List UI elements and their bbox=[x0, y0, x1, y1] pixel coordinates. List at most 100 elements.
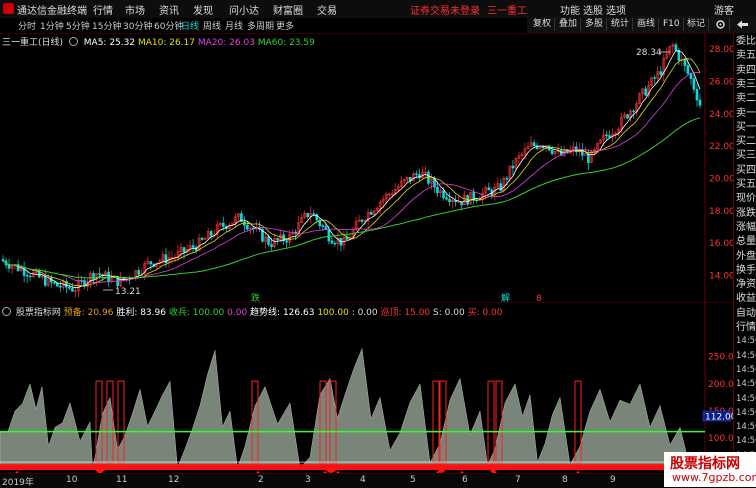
candle-body bbox=[505, 177, 509, 180]
indicator-s: S: 0.00 bbox=[433, 308, 465, 318]
quote-panel-item[interactable]: 买一 bbox=[736, 121, 756, 134]
quote-panel-item[interactable]: 净资 bbox=[736, 278, 756, 291]
menu-options[interactable]: 选项 bbox=[606, 2, 626, 17]
login-notice[interactable]: 证券交易未登录 bbox=[410, 2, 480, 17]
candle-body bbox=[71, 287, 74, 292]
price-axis-label: 20.00 bbox=[709, 175, 733, 185]
period-monthly[interactable]: 月线 bbox=[225, 19, 243, 32]
quote-panel-item[interactable]: 14:50 bbox=[736, 435, 756, 448]
menu-news[interactable]: 资讯 bbox=[159, 2, 179, 17]
period-5min[interactable]: 5分钟 bbox=[66, 19, 90, 32]
candle-body bbox=[369, 212, 373, 215]
indicator-axis-label: 100.0 bbox=[708, 434, 733, 444]
period-minute[interactable]: 分时 bbox=[18, 19, 36, 32]
period-daily[interactable]: 日线 bbox=[181, 19, 199, 32]
toolbar-overlay[interactable]: 叠加 bbox=[556, 18, 582, 31]
toolbar-adjust[interactable]: 复权 bbox=[530, 18, 556, 31]
menu-stock-pick[interactable]: 选股 bbox=[583, 2, 603, 17]
price-axis-label: 16.00 bbox=[709, 239, 733, 249]
toolbar-f10[interactable]: F10 bbox=[660, 18, 684, 31]
quote-panel-item[interactable]: 委比 bbox=[736, 35, 756, 48]
candle-body bbox=[270, 244, 273, 247]
candle-body bbox=[7, 264, 11, 269]
candle-body bbox=[445, 197, 448, 200]
menu-trade[interactable]: 交易 bbox=[317, 2, 337, 17]
period-30min[interactable]: 30分钟 bbox=[123, 19, 152, 32]
candle-body bbox=[191, 245, 195, 248]
period-15min[interactable]: 15分钟 bbox=[92, 19, 121, 32]
quote-panel-item[interactable]: 换手 bbox=[736, 264, 756, 277]
quote-panel-item[interactable]: 卖二 bbox=[736, 92, 756, 105]
period-1min[interactable]: 1分钟 bbox=[40, 19, 64, 32]
menu-function[interactable]: 功能 bbox=[560, 2, 580, 17]
quote-panel-item[interactable]: 买三 bbox=[736, 149, 756, 162]
candle-body bbox=[698, 99, 702, 106]
toolbar-multi-stock[interactable]: 多股 bbox=[582, 18, 608, 31]
candle-body bbox=[695, 89, 699, 101]
quote-panel-item[interactable]: 14:50 bbox=[736, 421, 756, 434]
price-axis-label: 18.00 bbox=[709, 207, 733, 217]
quote-panel-item[interactable]: 14:50 bbox=[736, 335, 756, 348]
signal-marker-fall: 跌 bbox=[251, 293, 260, 302]
quote-panel-item[interactable]: 买四 bbox=[736, 164, 756, 177]
indicator-chart[interactable]: 250.0200.0150.0100.050.00 112.00 bbox=[0, 302, 733, 473]
quote-panel-item[interactable]: 买五 bbox=[736, 178, 756, 191]
stock-title: 三一重工 bbox=[487, 6, 527, 17]
quote-panel-item[interactable]: 现价 bbox=[736, 192, 756, 205]
quote-panel-item[interactable]: 14:50 bbox=[736, 407, 756, 420]
quote-panel-item[interactable]: 买二 bbox=[736, 135, 756, 148]
period-60min[interactable]: 60分钟 bbox=[154, 19, 183, 32]
candle-body bbox=[137, 270, 141, 275]
quote-panel-item[interactable]: 卖五 bbox=[736, 49, 756, 62]
toolbar-stats[interactable]: 统计 bbox=[608, 18, 634, 31]
ma5-value: MA5: 25.32 bbox=[83, 38, 136, 48]
quote-panel-item[interactable]: 卖三 bbox=[736, 78, 756, 91]
back-icon[interactable] bbox=[731, 18, 753, 31]
candle-body bbox=[418, 174, 421, 179]
date-label: 10 bbox=[66, 475, 78, 485]
candle-body bbox=[632, 110, 635, 113]
candle-body bbox=[98, 273, 101, 275]
menu-market[interactable]: 市场 bbox=[125, 2, 145, 17]
quote-panel-item[interactable]: 自动 bbox=[736, 307, 756, 320]
toolbar-mark[interactable]: 标记 bbox=[684, 18, 710, 31]
date-label: 12 bbox=[168, 475, 180, 485]
quote-panel-item[interactable]: 行情 bbox=[736, 321, 756, 334]
quote-panel-item[interactable]: 涨跌 bbox=[736, 207, 756, 220]
user-guest[interactable]: 游客 bbox=[714, 2, 734, 17]
chart-settings-icon[interactable] bbox=[68, 37, 78, 46]
quote-panel-item[interactable]: 卖一 bbox=[736, 107, 756, 120]
candlestick-chart[interactable]: 28.00 26.00 24.00 22.00 20.00 18.00 16.00 14.00… bbox=[0, 33, 733, 302]
price-axis-label: 22.00 bbox=[709, 142, 733, 152]
candle-body bbox=[644, 88, 647, 96]
menu-quotes[interactable]: 行情 bbox=[93, 2, 113, 17]
indicator-top-patrol: 巡顶: 15.00 bbox=[380, 308, 431, 318]
quote-panel-item[interactable]: 14:50 bbox=[736, 378, 756, 391]
quote-panel-item[interactable]: 收益 bbox=[736, 292, 756, 305]
price-axis-label: 28.00 bbox=[709, 45, 733, 55]
menu-discover[interactable]: 发现 bbox=[193, 2, 213, 17]
period-weekly[interactable]: 周线 bbox=[203, 19, 221, 32]
candle-body bbox=[209, 231, 213, 236]
quote-panel-item[interactable]: 14:50 bbox=[736, 350, 756, 363]
indicator-settings-icon[interactable] bbox=[2, 307, 11, 316]
period-multi[interactable]: 多周期 bbox=[247, 19, 274, 32]
menu-ask[interactable]: 问小达 bbox=[229, 2, 259, 17]
indicator-axis-label: 250.0 bbox=[708, 353, 733, 363]
candle-body bbox=[321, 225, 325, 227]
low-price-label: 13.21 bbox=[115, 287, 141, 297]
menu-wealth[interactable]: 财富圈 bbox=[273, 2, 303, 17]
candle-body bbox=[327, 229, 331, 242]
date-label: 7 bbox=[515, 475, 521, 485]
settings-icon[interactable] bbox=[712, 18, 730, 31]
quote-panel-item[interactable]: 外盘 bbox=[736, 250, 756, 263]
quote-panel-item[interactable]: 14:50 bbox=[736, 393, 756, 406]
candle-body bbox=[246, 225, 249, 230]
quote-panel-item[interactable]: 14:50 bbox=[736, 364, 756, 377]
period-more[interactable]: 更多 bbox=[276, 19, 294, 32]
quote-panel-item[interactable]: 总量 bbox=[736, 235, 756, 248]
quote-panel-item[interactable]: 卖四 bbox=[736, 64, 756, 77]
candle-body bbox=[200, 237, 204, 240]
quote-panel-item[interactable]: 涨幅 bbox=[736, 221, 756, 234]
toolbar-draw[interactable]: 画线 bbox=[634, 18, 660, 31]
